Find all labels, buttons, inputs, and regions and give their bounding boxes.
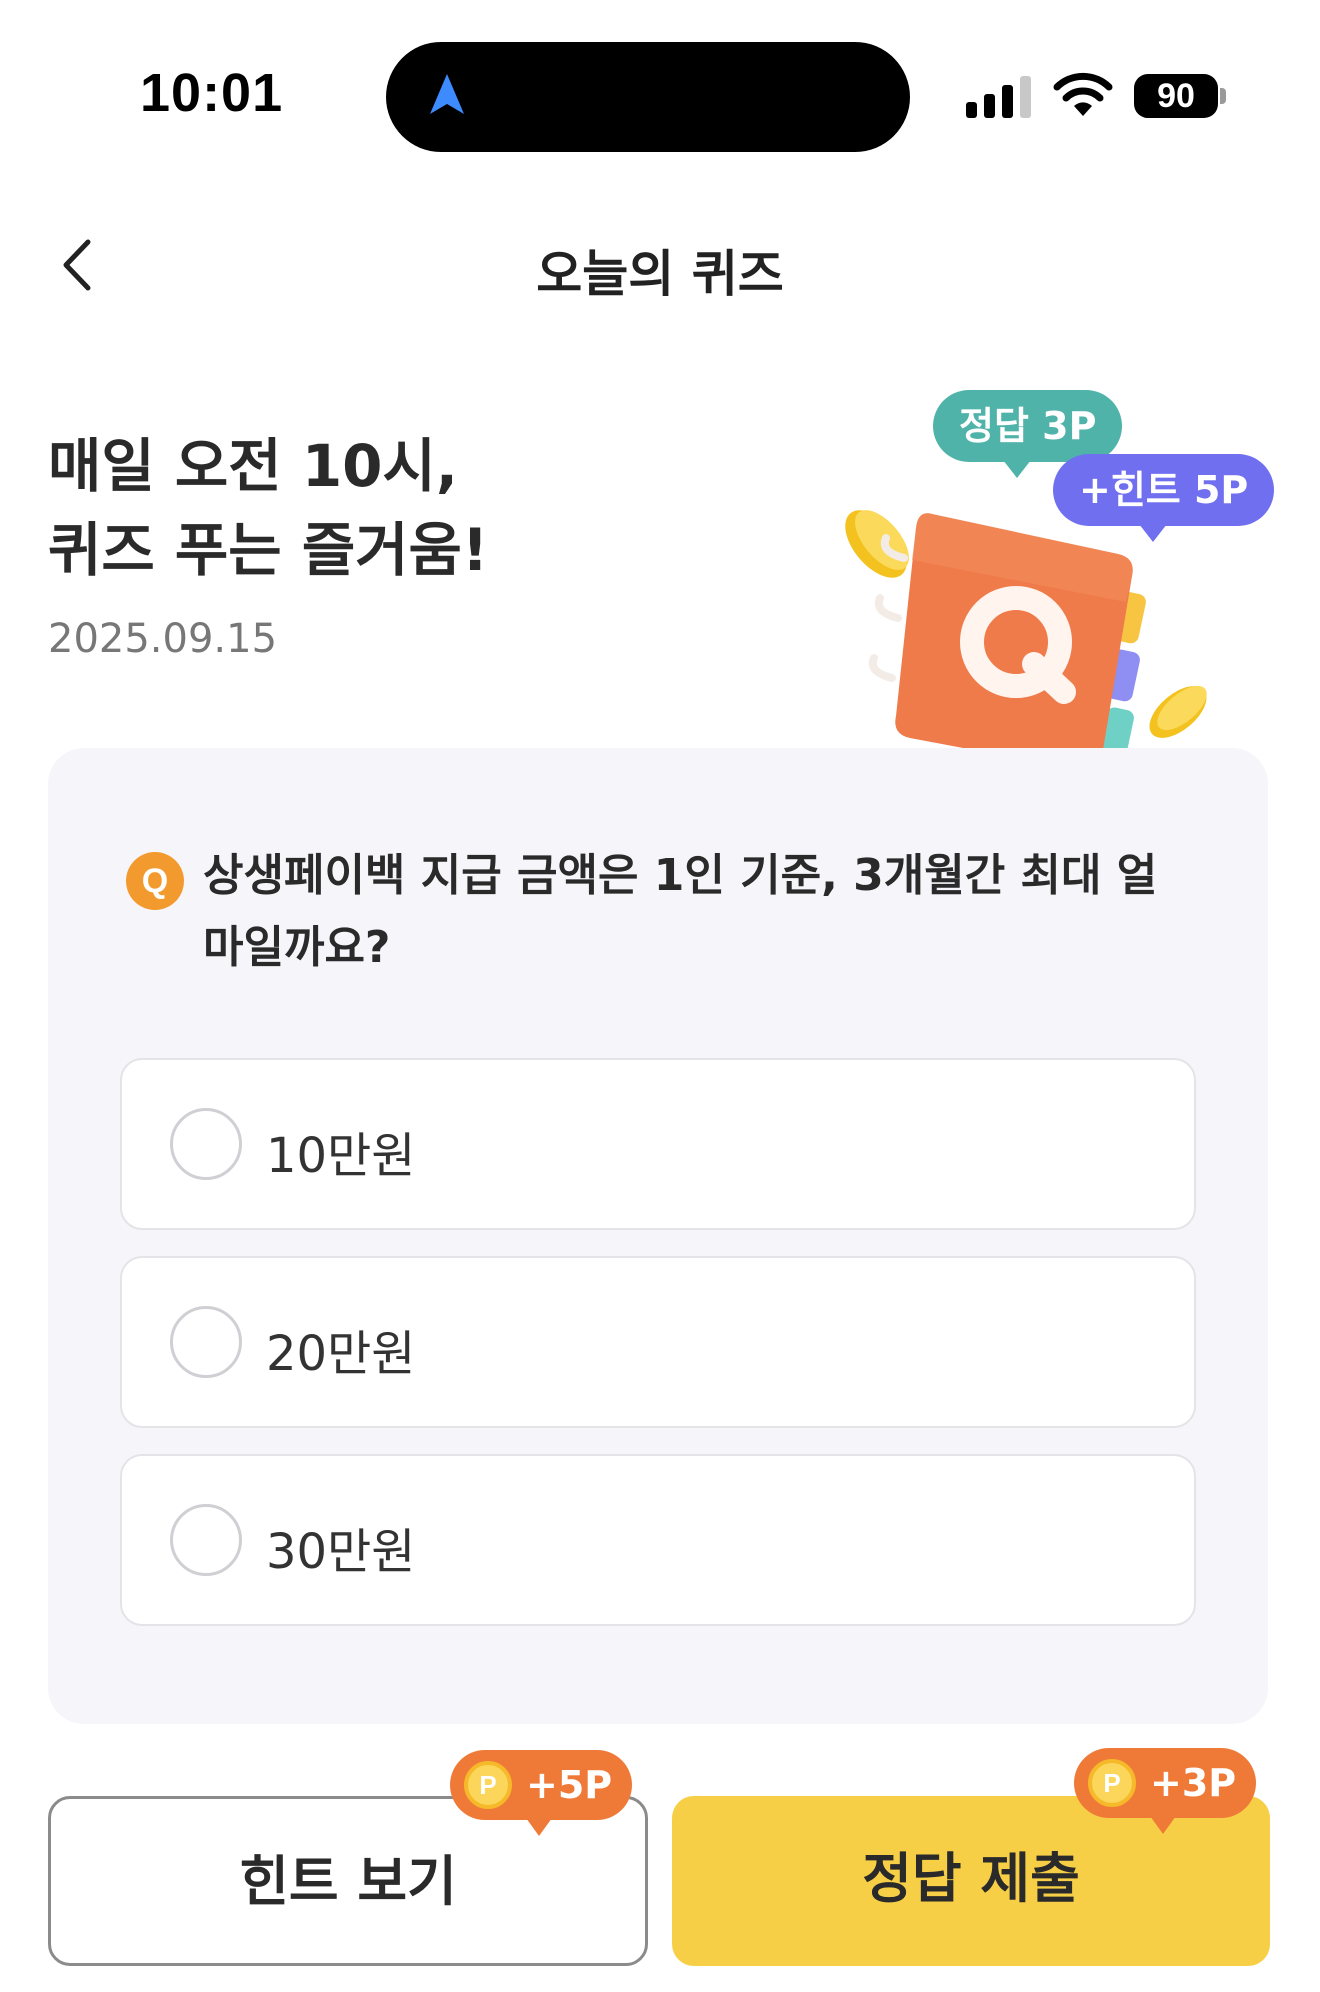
radio-button[interactable] [170,1108,242,1180]
status-time: 10:01 [140,63,284,123]
quiz-card: Q 상생페이백 지급 금액은 1인 기준, 3개월간 최대 얼마일까요? 10만… [48,748,1268,1724]
page-title: 오늘의 퀴즈 [536,245,784,303]
status-bar: 10:01 90 [0,0,1320,152]
location-arrow-icon [430,74,464,114]
answer-option-2[interactable]: 20만원 [120,1256,1196,1428]
wifi-icon [1053,72,1113,116]
submit-points-badge: P +3P [1074,1748,1257,1834]
answer-option-label: 10만원 [266,1128,416,1184]
hero-title: 매일 오전 10시, 퀴즈 푸는 즐거움! [48,424,488,592]
hint-button-label: 힌트 보기 [239,1850,457,1913]
radio-button[interactable] [170,1306,242,1378]
battery-tip [1220,88,1226,104]
hint-points-text: +5P [526,1763,613,1807]
question-badge-icon: Q [126,852,184,910]
submit-answer-button[interactable]: 정답 제출 [672,1796,1270,1966]
quiz-date: 2025.09.15 [48,616,278,662]
submit-button-label: 정답 제출 [862,1847,1080,1910]
answer-option-label: 30만원 [266,1524,416,1580]
hero-title-line2: 퀴즈 푸는 즐거움! [48,516,489,584]
answer-points-bubble: 정답 3P [933,390,1123,478]
question-text: 상생페이백 지급 금액은 1인 기준, 3개월간 최대 얼마일까요? [203,850,1158,973]
submit-points-text: +3P [1150,1761,1237,1805]
answer-option-1[interactable]: 10만원 [120,1058,1196,1230]
answer-option-label: 20만원 [266,1326,416,1382]
hint-points-badge: P +5P [450,1750,633,1836]
battery-icon: 90 [1134,74,1226,118]
dynamic-island [386,42,910,152]
answer-option-3[interactable]: 30만원 [120,1454,1196,1626]
battery-level: 90 [1134,74,1218,118]
cellular-signal-icon [966,76,1031,118]
header: 오늘의 퀴즈 [0,210,1320,320]
quiz-illustration: 정답 3P +힌트 5P [820,380,1275,800]
hero-title-line1: 매일 오전 10시, [48,432,458,500]
radio-button[interactable] [170,1504,242,1576]
hint-points-bubble: +힌트 5P [1053,454,1275,542]
coin-icon: P [1088,1758,1136,1807]
coin-icon: P [464,1760,512,1809]
hint-button[interactable]: 힌트 보기 [48,1796,648,1966]
